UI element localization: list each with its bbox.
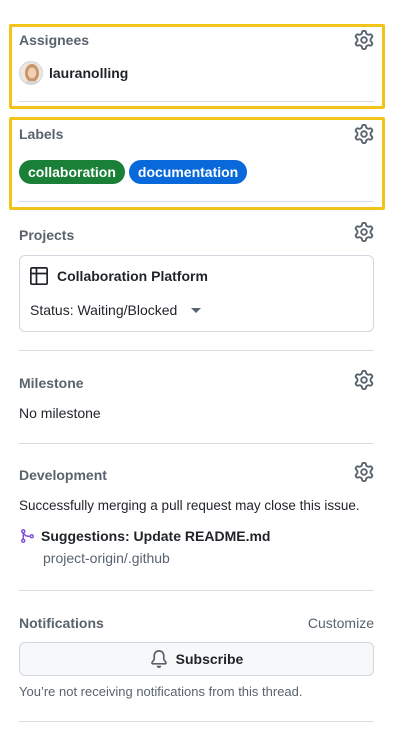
- subscribe-button[interactable]: Subscribe: [19, 642, 374, 676]
- development-section: Development Successfully merging a pull …: [19, 462, 374, 577]
- development-gear-icon[interactable]: [354, 462, 374, 482]
- projects-section: Projects Collaboration Platform Status: …: [19, 222, 374, 334]
- notifications-heading: Notifications: [19, 615, 104, 631]
- divider: [19, 201, 374, 202]
- assignees-section: Assignees lauranolling: [19, 30, 374, 100]
- labels-section: Labels collaboration documentation: [19, 124, 374, 194]
- git-merge-icon: [21, 529, 35, 543]
- projects-heading: Projects: [19, 227, 75, 243]
- assignee-username: lauranolling: [49, 65, 129, 81]
- labels-gear-icon[interactable]: [354, 124, 374, 144]
- labels-heading: Labels: [19, 126, 64, 142]
- assignees-gear-icon[interactable]: [354, 30, 374, 50]
- linked-pull-request[interactable]: Suggestions: Update README.md: [19, 527, 270, 545]
- projects-gear-icon[interactable]: [354, 222, 374, 242]
- development-heading: Development: [19, 467, 107, 483]
- milestone-section: Milestone No milestone: [19, 370, 374, 430]
- pull-request-title: Suggestions: Update README.md: [41, 528, 271, 544]
- milestone-heading: Milestone: [19, 375, 84, 391]
- table-icon: [30, 267, 48, 285]
- triangle-down-icon: [191, 307, 202, 313]
- customize-link[interactable]: Customize: [308, 615, 374, 631]
- project-name: Collaboration Platform: [57, 268, 208, 284]
- project-link[interactable]: Collaboration Platform: [30, 267, 208, 285]
- development-description: Successfully merging a pull request may …: [19, 498, 360, 513]
- label-documentation[interactable]: documentation: [128, 160, 248, 184]
- assignee-item[interactable]: lauranolling: [19, 61, 128, 85]
- bell-icon: [150, 650, 167, 668]
- labels-list: collaboration documentation: [19, 160, 248, 184]
- project-status-dropdown[interactable]: Status: Waiting/Blocked: [30, 302, 202, 318]
- milestone-value: No milestone: [19, 405, 101, 421]
- divider: [19, 721, 374, 722]
- notifications-note: You’re not receiving notifications from …: [19, 684, 303, 699]
- user-avatar-icon: [20, 62, 42, 84]
- notifications-section: Notifications Customize Subscribe You’re…: [19, 612, 374, 712]
- project-card: Collaboration Platform Status: Waiting/B…: [19, 255, 374, 332]
- divider: [19, 101, 374, 102]
- divider: [19, 350, 374, 351]
- avatar: [19, 61, 43, 85]
- divider: [19, 590, 374, 591]
- pull-request-repo[interactable]: project-origin/.github: [43, 550, 170, 566]
- milestone-gear-icon[interactable]: [354, 370, 374, 390]
- project-status-text: Status: Waiting/Blocked: [30, 302, 178, 318]
- assignees-heading: Assignees: [19, 32, 90, 48]
- label-collaboration[interactable]: collaboration: [19, 160, 125, 184]
- subscribe-label: Subscribe: [175, 651, 244, 667]
- divider: [19, 443, 374, 444]
